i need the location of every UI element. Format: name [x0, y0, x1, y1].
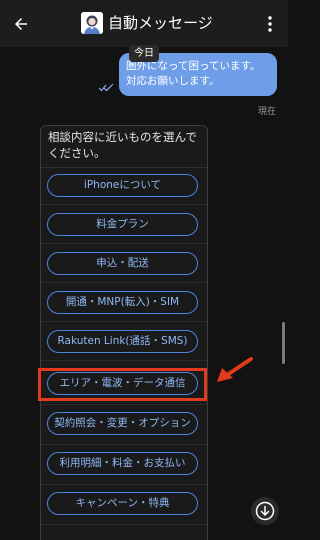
divider	[41, 243, 207, 244]
choice-button-activation-mnp-sim[interactable]: 開通・MNP(転入)・SIM	[47, 291, 198, 314]
choice-button-billing-payment[interactable]: 利用明細・料金・お支払い	[47, 452, 198, 475]
scrollbar-thumb[interactable]	[282, 322, 285, 364]
date-chip: 今日	[129, 45, 159, 62]
choice-button-apply-delivery[interactable]: 申込・配送	[47, 252, 198, 275]
avatar[interactable]	[81, 12, 103, 34]
divider	[41, 360, 207, 361]
divider	[41, 404, 207, 405]
more-options-button[interactable]	[262, 13, 278, 35]
double-check-icon	[98, 83, 114, 92]
divider	[41, 204, 207, 205]
header-title: 自動メッセージ	[108, 14, 213, 32]
scroll-down-button[interactable]	[251, 497, 279, 525]
bot-prompt: 相談内容に近いものを選んで ください。	[48, 130, 197, 160]
divider	[41, 282, 207, 283]
bot-menu-card: 相談内容に近いものを選んで ください。 iPhoneについて 料金プラン 申込・…	[40, 125, 208, 540]
divider	[41, 524, 207, 525]
person-avatar-icon	[81, 12, 103, 34]
divider	[41, 321, 207, 322]
choice-button-plan[interactable]: 料金プラン	[47, 213, 198, 236]
arrow-back-icon	[15, 18, 27, 30]
choice-button-contract[interactable]: 契約照会・変更・オプション	[47, 412, 198, 435]
choice-button-campaign[interactable]: キャンペーン・特典	[47, 492, 198, 515]
arrow-down-circle-icon	[255, 501, 275, 521]
choice-button-rakuten-link[interactable]: Rakuten Link(通話・SMS)	[47, 330, 198, 353]
choice-button-iphone[interactable]: iPhoneについて	[47, 174, 198, 197]
annotation-arrow-icon	[217, 357, 253, 382]
annotation-highlight-box	[38, 368, 207, 401]
chat-screen: 自動メッセージ 圏外になって困っています。 対応お願いします。 今日 現在 相談…	[0, 0, 288, 540]
message-timestamp: 現在	[258, 107, 277, 117]
more-vert-icon	[268, 16, 272, 32]
app-header: 自動メッセージ	[0, 0, 288, 47]
divider	[41, 444, 207, 445]
divider	[41, 167, 207, 168]
back-button[interactable]	[9, 12, 33, 36]
divider	[41, 484, 207, 485]
